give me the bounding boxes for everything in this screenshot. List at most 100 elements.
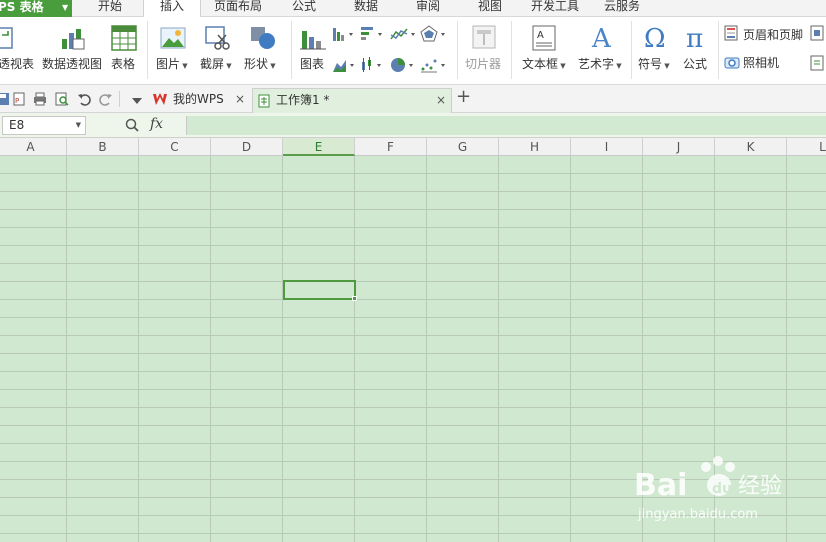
column-header-l[interactable]: L bbox=[787, 138, 826, 156]
chart-label: 图表 bbox=[300, 57, 325, 71]
wps-logo-icon bbox=[153, 93, 167, 105]
svg-text:P: P bbox=[15, 97, 19, 105]
shape-button[interactable]: 形状 ▼ bbox=[242, 17, 284, 85]
equation-button[interactable]: π 公式 bbox=[680, 17, 716, 85]
shape-label: 形状 ▼ bbox=[244, 55, 276, 72]
column-header-k[interactable]: K bbox=[715, 138, 787, 156]
slicer-button[interactable]: 切片器 bbox=[462, 17, 506, 85]
column-header-f[interactable]: F bbox=[355, 138, 427, 156]
tab-data[interactable]: 数据 bbox=[354, 0, 378, 17]
textbox-button[interactable]: A 文本框 ▼ bbox=[518, 17, 568, 85]
ribbon-insert: 透视表 数据透视图 表格 图片 ▼ 截屏 ▼ 形状 ▼ 图表 切片器 A 文本框… bbox=[0, 17, 826, 85]
svg-text:π: π bbox=[686, 24, 703, 51]
textbox-label: 文本框 ▼ bbox=[522, 55, 566, 72]
bar-chart-icon bbox=[300, 31, 326, 50]
picture-text: 图片 bbox=[156, 57, 181, 71]
equation-label: 公式 bbox=[683, 57, 708, 71]
tab-my-wps-label: 我的WPS bbox=[173, 92, 224, 106]
screenshot-label: 截屏 ▼ bbox=[200, 55, 232, 72]
zoom-search-icon[interactable] bbox=[125, 118, 140, 133]
chart-types-group bbox=[330, 17, 452, 85]
app-menu-button[interactable]: PS 表格 ▼ bbox=[0, 0, 72, 17]
symbol-button[interactable]: Ω 符号 ▼ bbox=[636, 17, 676, 85]
wordart-icon: A bbox=[591, 24, 612, 51]
new-tab-button[interactable]: + bbox=[456, 86, 471, 107]
radar-chart-icon[interactable] bbox=[420, 25, 448, 43]
column-header-b[interactable]: B bbox=[67, 138, 139, 156]
tab-cloud-service[interactable]: 云服务 bbox=[604, 0, 640, 17]
area-chart-icon[interactable] bbox=[332, 57, 358, 73]
svg-text:A: A bbox=[591, 24, 612, 51]
textbox-icon: A bbox=[532, 25, 556, 51]
column-header-g[interactable]: G bbox=[427, 138, 499, 156]
shape-text: 形状 bbox=[244, 57, 269, 71]
tab-workbook[interactable]: 工作簿1 * × bbox=[252, 88, 452, 113]
header-footer-button[interactable]: 页眉和页脚 bbox=[722, 23, 806, 49]
tab-bar: P 我的WPS × 工作簿1 * × + bbox=[0, 85, 826, 113]
chart-button[interactable]: 图表 bbox=[296, 17, 330, 85]
tab-review[interactable]: 审阅 bbox=[416, 0, 440, 17]
ribbon-separator bbox=[511, 21, 512, 79]
wordart-button[interactable]: A 艺术字 ▼ bbox=[574, 17, 626, 85]
slicer-label: 切片器 bbox=[465, 57, 502, 71]
save-icon[interactable] bbox=[0, 92, 10, 106]
stock-chart-icon[interactable] bbox=[360, 57, 386, 73]
customize-toolbar-icon[interactable] bbox=[130, 94, 144, 108]
insert-function-button[interactable]: fx bbox=[150, 116, 163, 132]
name-box[interactable]: E8 ▼ bbox=[2, 116, 86, 135]
textbox-text: 文本框 bbox=[522, 57, 559, 71]
table-icon bbox=[111, 25, 137, 51]
print-icon[interactable] bbox=[33, 92, 47, 106]
close-icon[interactable]: × bbox=[235, 88, 245, 110]
tab-page-layout[interactable]: 页面布局 bbox=[214, 0, 262, 17]
undo-icon[interactable] bbox=[77, 92, 91, 106]
tab-home[interactable]: 开始 bbox=[98, 0, 122, 17]
scissors-icon bbox=[205, 26, 230, 50]
caret-down-icon: ▼ bbox=[268, 62, 276, 70]
menu-bar: PS 表格 ▼ 开始 插入 页面布局 公式 数据 审阅 视图 开发工具 云服务 bbox=[0, 0, 826, 17]
close-icon[interactable]: × bbox=[436, 89, 446, 111]
tab-my-wps[interactable]: 我的WPS × bbox=[150, 88, 252, 113]
ribbon-separator bbox=[147, 21, 148, 79]
pivot-table-button[interactable]: 透视表 bbox=[0, 17, 36, 85]
formula-input[interactable] bbox=[186, 116, 826, 135]
tab-insert[interactable]: 插入 bbox=[143, 0, 201, 17]
column-header-i[interactable]: I bbox=[571, 138, 643, 156]
column-header-c[interactable]: C bbox=[139, 138, 211, 156]
tab-view[interactable]: 视图 bbox=[478, 0, 502, 17]
caret-down-icon: ▼ bbox=[180, 62, 188, 70]
tab-developer[interactable]: 开发工具 bbox=[531, 0, 579, 17]
omega-icon: Ω bbox=[644, 24, 666, 51]
table-button[interactable]: 表格 bbox=[108, 17, 140, 85]
scatter-chart-icon[interactable] bbox=[420, 57, 448, 73]
ribbon-separator bbox=[291, 21, 292, 79]
ribbon-separator bbox=[457, 21, 458, 79]
tab-workbook-label: 工作簿1 * bbox=[276, 93, 330, 107]
picture-button[interactable]: 图片 ▼ bbox=[154, 17, 194, 85]
attachment-icon[interactable] bbox=[809, 55, 826, 71]
ribbon-separator bbox=[631, 21, 632, 79]
object-icon[interactable] bbox=[809, 25, 826, 41]
column-header-e[interactable]: E bbox=[283, 138, 355, 156]
pivot-chart-button[interactable]: 数据透视图 bbox=[40, 17, 104, 85]
screenshot-button[interactable]: 截屏 ▼ bbox=[198, 17, 240, 85]
column-chart-icon[interactable] bbox=[332, 26, 356, 42]
line-chart-icon[interactable] bbox=[390, 26, 418, 42]
column-header-j[interactable]: J bbox=[643, 138, 715, 156]
column-header-a[interactable]: A bbox=[0, 138, 67, 156]
pie-chart-icon[interactable] bbox=[390, 57, 416, 73]
selected-cell[interactable] bbox=[283, 280, 356, 300]
tab-formulas[interactable]: 公式 bbox=[292, 0, 316, 17]
slicer-icon bbox=[472, 25, 496, 49]
picture-label: 图片 ▼ bbox=[156, 55, 188, 72]
redo-icon[interactable] bbox=[99, 92, 113, 106]
cell-reference: E8 bbox=[9, 118, 25, 132]
print-preview-icon[interactable] bbox=[55, 92, 69, 106]
export-pdf-icon[interactable]: P bbox=[12, 92, 26, 106]
fill-handle[interactable] bbox=[352, 296, 357, 301]
column-header-d[interactable]: D bbox=[211, 138, 283, 156]
bar-chart-horizontal-icon[interactable] bbox=[360, 26, 386, 42]
column-header-h[interactable]: H bbox=[499, 138, 571, 156]
shapes-icon bbox=[251, 27, 275, 49]
camera-button[interactable]: 照相机 bbox=[722, 53, 806, 79]
